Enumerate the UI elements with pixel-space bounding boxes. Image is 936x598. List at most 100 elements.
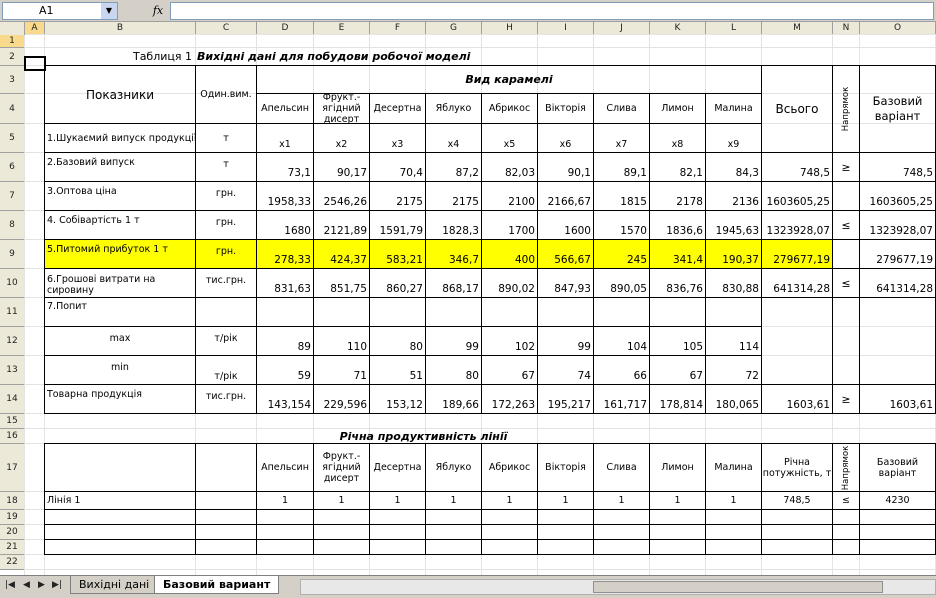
row-unit[interactable]: т: [195, 123, 257, 153]
value-cell[interactable]: 2178: [649, 181, 706, 211]
value-cell[interactable]: 1600: [537, 210, 594, 240]
header-product[interactable]: Лимон: [649, 93, 706, 124]
table1-title[interactable]: Вихідні дані для побудови робочої моделі: [195, 47, 650, 66]
value-cell[interactable]: 1: [313, 491, 370, 510]
cell[interactable]: [44, 539, 196, 555]
cell[interactable]: [481, 509, 538, 525]
cell[interactable]: [859, 297, 936, 385]
value-cell[interactable]: 89,1: [593, 152, 650, 182]
header-product[interactable]: Абрикос: [481, 93, 538, 124]
value-cell[interactable]: 1: [256, 491, 314, 510]
prev-sheet-icon[interactable]: ◀: [23, 580, 30, 590]
cell[interactable]: [44, 509, 196, 525]
header-indicators[interactable]: Показники: [44, 65, 196, 124]
value-cell[interactable]: 1591,79: [369, 210, 426, 240]
function-icon[interactable]: fx: [148, 2, 168, 20]
cell[interactable]: [705, 524, 762, 540]
base-cell[interactable]: 1323928,07: [859, 210, 936, 240]
header-base[interactable]: Базовий варіант: [859, 65, 936, 153]
base-cell[interactable]: 1603,61: [859, 384, 936, 414]
total-cell[interactable]: 1323928,07: [761, 210, 833, 240]
header-product[interactable]: Вікторія: [537, 443, 594, 492]
cell[interactable]: [425, 539, 482, 555]
value-cell[interactable]: 847,93: [537, 268, 594, 298]
direction-cell[interactable]: ≥: [832, 384, 860, 414]
value-cell[interactable]: 178,814: [649, 384, 706, 414]
cell[interactable]: [195, 524, 257, 540]
value-cell[interactable]: 1815: [593, 181, 650, 211]
variable-cell[interactable]: x8: [649, 123, 706, 153]
header-product[interactable]: Лимон: [649, 443, 706, 492]
row-unit[interactable]: грн.: [195, 181, 257, 211]
row-header-19[interactable]: 19: [0, 510, 25, 525]
value-cell[interactable]: 74: [537, 355, 594, 385]
value-cell[interactable]: 1: [593, 491, 650, 510]
cell[interactable]: [649, 509, 706, 525]
cell[interactable]: [195, 491, 257, 510]
cell[interactable]: [593, 297, 650, 327]
row-unit[interactable]: тис.грн.: [195, 384, 257, 414]
value-cell[interactable]: 1: [481, 491, 538, 510]
cell[interactable]: [44, 443, 196, 492]
cell[interactable]: [593, 524, 650, 540]
cell[interactable]: [481, 539, 538, 555]
cell[interactable]: [369, 524, 426, 540]
variable-cell[interactable]: x6: [537, 123, 594, 153]
row-header-20[interactable]: 20: [0, 525, 25, 540]
header-product[interactable]: Малина: [705, 93, 762, 124]
header-product[interactable]: Малина: [705, 443, 762, 492]
cell[interactable]: [256, 297, 314, 327]
cell[interactable]: [593, 539, 650, 555]
cell[interactable]: [593, 509, 650, 525]
row-header-15[interactable]: 15: [0, 414, 25, 429]
cell[interactable]: [761, 509, 833, 525]
value-cell[interactable]: 90,1: [537, 152, 594, 182]
value-cell[interactable]: 66: [593, 355, 650, 385]
base-cell[interactable]: 748,5: [859, 152, 936, 182]
horizontal-scrollbar[interactable]: [300, 579, 936, 595]
variable-cell[interactable]: x5: [481, 123, 538, 153]
cell[interactable]: [649, 297, 706, 327]
direction-cell[interactable]: ≤: [832, 210, 860, 240]
variable-cell[interactable]: x1: [256, 123, 314, 153]
cell[interactable]: [761, 539, 833, 555]
header-product[interactable]: Слива: [593, 93, 650, 124]
value-cell[interactable]: 80: [425, 355, 482, 385]
row-label[interactable]: 3.Оптова ціна: [44, 181, 196, 211]
cell[interactable]: [195, 297, 257, 327]
value-cell[interactable]: 229,596: [313, 384, 370, 414]
header-product[interactable]: Апельсин: [256, 443, 314, 492]
tab-vyhidni-dani[interactable]: Вихідні дані: [70, 576, 159, 594]
value-cell[interactable]: 566,67: [537, 239, 594, 269]
table2-title[interactable]: Річна продуктивність лінії: [195, 428, 650, 444]
value-cell[interactable]: 72: [705, 355, 762, 385]
cell[interactable]: [761, 524, 833, 540]
variable-cell[interactable]: x9: [705, 123, 762, 153]
row-header-12[interactable]: 12: [0, 327, 25, 356]
value-cell[interactable]: 1836,6: [649, 210, 706, 240]
row-label[interactable]: min: [44, 355, 196, 385]
row-header-18[interactable]: 18: [0, 492, 25, 510]
value-cell[interactable]: 1828,3: [425, 210, 482, 240]
value-cell[interactable]: 80: [369, 326, 426, 356]
value-cell[interactable]: 59: [256, 355, 314, 385]
cell[interactable]: [705, 539, 762, 555]
header-product[interactable]: Слива: [593, 443, 650, 492]
header-product[interactable]: Фрукт.-ягідний дисерт: [313, 93, 370, 124]
value-cell[interactable]: 868,17: [425, 268, 482, 298]
cell[interactable]: [832, 297, 860, 385]
value-cell[interactable]: 2136: [705, 181, 762, 211]
value-cell[interactable]: 82,1: [649, 152, 706, 182]
direction-cell[interactable]: ≤: [832, 491, 860, 510]
row-label[interactable]: 5.Питомий прибуток 1 т: [44, 239, 196, 269]
cell[interactable]: [195, 443, 257, 492]
value-cell[interactable]: 190,37: [705, 239, 762, 269]
value-cell[interactable]: 2166,67: [537, 181, 594, 211]
value-cell[interactable]: 153,12: [369, 384, 426, 414]
cell[interactable]: [537, 539, 594, 555]
header-total[interactable]: Всього: [761, 65, 833, 153]
header-direction[interactable]: Напрямок: [832, 65, 860, 153]
row-unit[interactable]: грн.: [195, 210, 257, 240]
base-cell[interactable]: 279677,19: [859, 239, 936, 269]
cell[interactable]: [649, 539, 706, 555]
